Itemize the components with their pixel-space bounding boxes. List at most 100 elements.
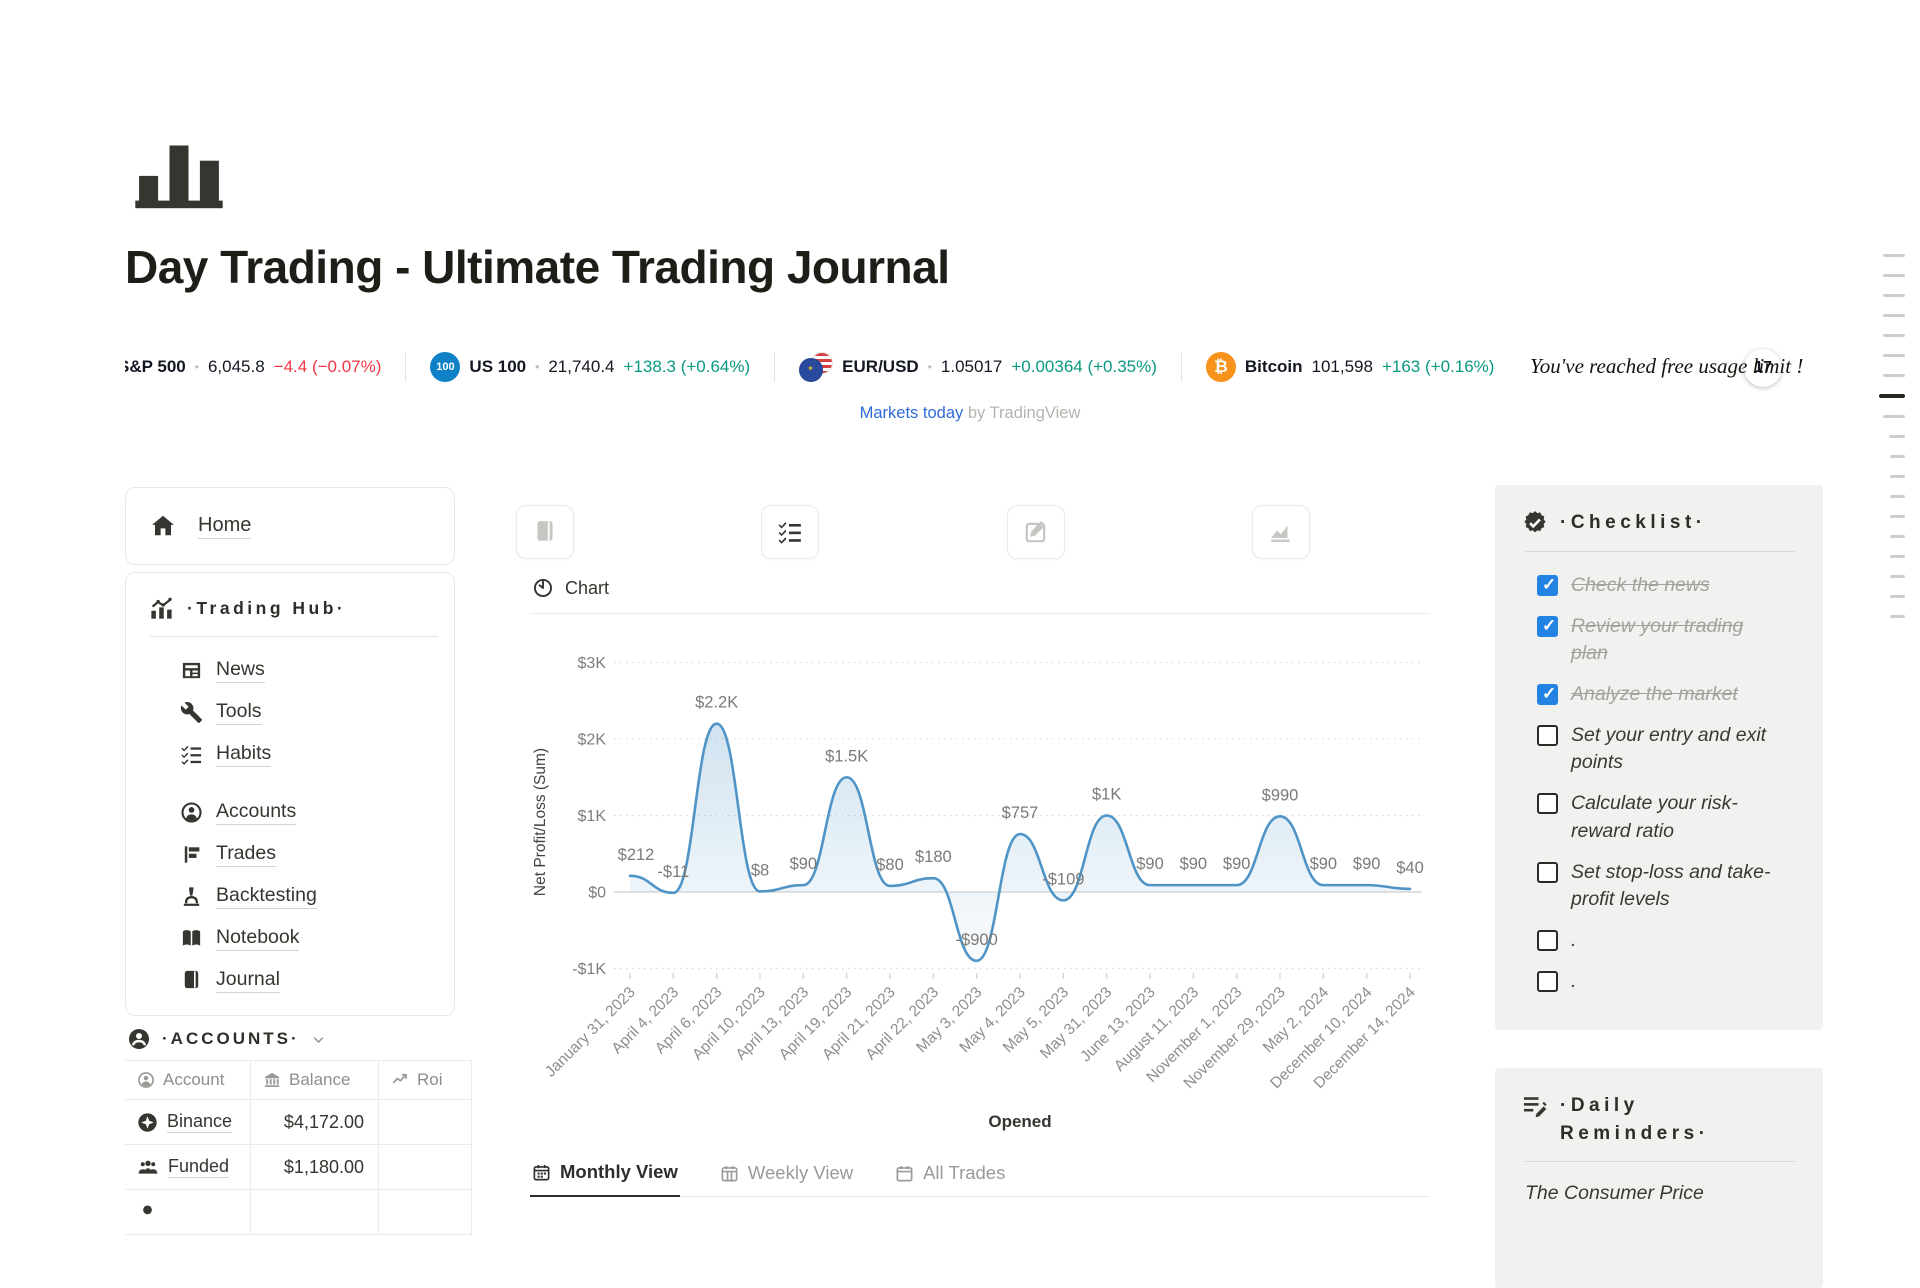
- trading-hub-card: ·Trading Hub· News Tools Habits: [125, 572, 455, 1016]
- outline-dash[interactable]: [1883, 294, 1905, 297]
- trending-chart-icon: [391, 1071, 409, 1089]
- checkbox[interactable]: [1537, 616, 1558, 637]
- checklist-view-button[interactable]: [761, 505, 819, 559]
- checkbox[interactable]: [1537, 684, 1558, 705]
- checkbox[interactable]: [1537, 725, 1558, 746]
- main-content: Chart $3K$2K$1K$0-$1K$212-$11$2.2K$8$90$…: [530, 505, 1430, 1199]
- news-label[interactable]: News: [216, 658, 265, 683]
- outline-dash[interactable]: [1890, 615, 1905, 618]
- compose-view-button[interactable]: [1007, 505, 1065, 559]
- account-link[interactable]: Binance: [167, 1111, 232, 1133]
- tab-label: Monthly View: [560, 1161, 678, 1183]
- checklist-icon: [777, 519, 803, 545]
- page-bar-chart-icon[interactable]: [133, 136, 225, 212]
- outline-dash[interactable]: [1890, 515, 1905, 518]
- checklist-panel: ·Checklist· Check the news Review your t…: [1495, 485, 1823, 1030]
- outline-dash[interactable]: [1890, 575, 1905, 578]
- outline-dash[interactable]: [1890, 495, 1905, 498]
- journal-view-button[interactable]: [516, 505, 574, 559]
- ticker-eurusd[interactable]: EUR/USD • 1.05017 +0.00364 (+0.35%): [775, 352, 1181, 382]
- tab-all-trades[interactable]: All Trades: [893, 1157, 1007, 1197]
- backtesting-label[interactable]: Backtesting: [216, 884, 317, 909]
- checklist-item-label: Set your entry and exit points: [1571, 722, 1779, 777]
- habits-label[interactable]: Habits: [216, 742, 271, 767]
- table-row-funded[interactable]: Funded $1,180.00: [125, 1145, 472, 1190]
- outline-dash[interactable]: [1883, 334, 1905, 337]
- daily-reminders-header: ·Daily Reminders·: [1521, 1092, 1797, 1147]
- svg-text:$90: $90: [1310, 855, 1338, 873]
- outline-dash[interactable]: [1890, 455, 1905, 458]
- page-outline-indicator[interactable]: [1877, 254, 1905, 635]
- column-header-account[interactable]: Account: [125, 1061, 251, 1099]
- divider: [150, 636, 438, 637]
- outline-dash[interactable]: [1883, 274, 1905, 277]
- sidebar-item-backtesting[interactable]: Backtesting: [180, 875, 454, 917]
- divider: [530, 613, 1430, 614]
- journal-label[interactable]: Journal: [216, 968, 280, 993]
- calendar-week-icon: [720, 1164, 739, 1183]
- checklist-item-label: Review your trading plan: [1571, 613, 1779, 668]
- sidebar-item-tools[interactable]: Tools: [180, 691, 454, 733]
- calendar-icon: [895, 1164, 914, 1183]
- ticker-us100[interactable]: 100 US 100 • 21,740.4 +138.3 (+0.64%): [406, 352, 774, 382]
- checklist-item: Analyze the market: [1537, 681, 1797, 709]
- checkbox[interactable]: [1537, 930, 1558, 951]
- sidebar-item-home[interactable]: Home: [125, 487, 455, 565]
- chart-view-button[interactable]: [1252, 505, 1310, 559]
- people-group-icon: [137, 1156, 159, 1178]
- accounts-section-toggle[interactable]: ·ACCOUNTS·: [127, 1027, 326, 1051]
- outline-dash[interactable]: [1883, 415, 1905, 418]
- table-row-partial[interactable]: [125, 1190, 472, 1235]
- trades-label[interactable]: Trades: [216, 842, 276, 867]
- sidebar-item-habits[interactable]: Habits: [180, 733, 454, 775]
- checkbox[interactable]: [1537, 575, 1558, 596]
- outline-dash[interactable]: [1883, 374, 1905, 377]
- outline-dash[interactable]: [1889, 435, 1905, 438]
- outline-dash[interactable]: [1890, 535, 1905, 538]
- home-label[interactable]: Home: [198, 514, 251, 539]
- outline-dash[interactable]: [1890, 475, 1905, 478]
- sidebar-item-news[interactable]: News: [180, 649, 454, 691]
- outline-dash[interactable]: [1883, 314, 1905, 317]
- markets-today-link[interactable]: Markets today: [860, 404, 964, 422]
- outline-dash-current[interactable]: [1879, 394, 1905, 398]
- table-row-binance[interactable]: Binance $4,172.00: [125, 1100, 472, 1145]
- checkbox[interactable]: [1537, 971, 1558, 992]
- ticker-bitcoin[interactable]: ₿ Bitcoin 101,598 +163 (+0.16%): [1182, 352, 1519, 382]
- checkbox[interactable]: [1537, 793, 1558, 814]
- outline-dash[interactable]: [1890, 595, 1905, 598]
- tools-label[interactable]: Tools: [216, 700, 262, 725]
- bank-icon: [263, 1071, 281, 1089]
- svg-text:-$1K: -$1K: [572, 961, 606, 978]
- ticker-sp500[interactable]: S&P 500 • 6,045.8 −4.4 (−0.07%): [125, 357, 405, 377]
- view-toolbar: [516, 505, 1310, 559]
- bitcoin-logo-icon: ₿: [1206, 352, 1236, 382]
- checkbox[interactable]: [1537, 862, 1558, 883]
- chart-section-header[interactable]: Chart: [532, 577, 609, 599]
- person-circle-filled-icon: [127, 1027, 151, 1051]
- svg-text:Opened: Opened: [988, 1112, 1051, 1131]
- account-link[interactable]: Funded: [168, 1156, 229, 1178]
- svg-text:$40: $40: [1396, 859, 1424, 877]
- balance-value: $4,172.00: [251, 1100, 379, 1144]
- column-header-roi[interactable]: Roi: [379, 1061, 472, 1099]
- sidebar-item-journal[interactable]: Journal: [180, 959, 454, 1001]
- sidebar-item-accounts[interactable]: Accounts: [180, 791, 454, 833]
- outline-dash[interactable]: [1883, 354, 1905, 357]
- person-icon: [137, 1071, 155, 1089]
- sidebar-item-trades[interactable]: Trades: [180, 833, 454, 875]
- net-profit-loss-chart[interactable]: $3K$2K$1K$0-$1K$212-$11$2.2K$8$90$1.5K$8…: [530, 627, 1430, 1147]
- tab-weekly-view[interactable]: Weekly View: [718, 1157, 855, 1197]
- sidebar-item-notebook[interactable]: Notebook: [180, 917, 454, 959]
- us100-logo-icon: 100: [430, 352, 460, 382]
- svg-text:$757: $757: [1002, 804, 1039, 822]
- outline-dash[interactable]: [1890, 555, 1905, 558]
- accounts-label[interactable]: Accounts: [216, 800, 296, 825]
- outline-dash[interactable]: [1883, 254, 1905, 257]
- tab-monthly-view[interactable]: Monthly View: [530, 1157, 680, 1197]
- notebook-label[interactable]: Notebook: [216, 926, 299, 951]
- news-icon: [180, 659, 203, 682]
- svg-text:$3K: $3K: [578, 655, 607, 672]
- column-label: Roi: [417, 1070, 443, 1090]
- column-header-balance[interactable]: Balance: [251, 1061, 379, 1099]
